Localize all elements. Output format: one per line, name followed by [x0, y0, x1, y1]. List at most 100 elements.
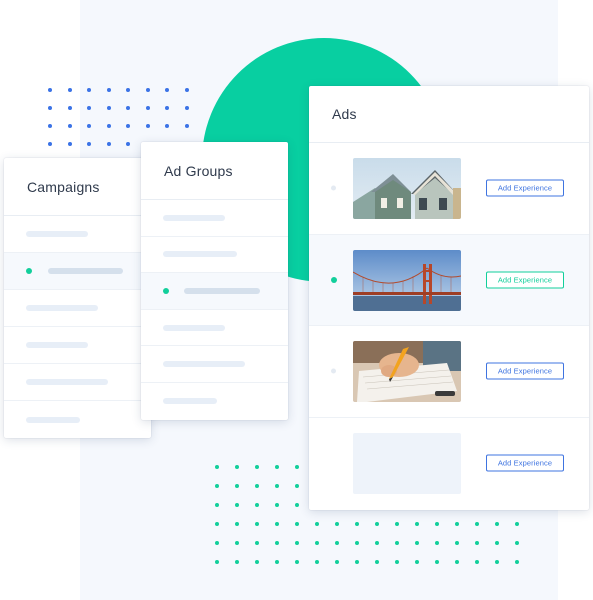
decorative-dot: [295, 484, 299, 488]
selected-indicator: [26, 268, 32, 274]
decorative-dot: [315, 522, 319, 526]
placeholder-bar: [26, 416, 80, 423]
add-experience-button[interactable]: Add Experience: [486, 362, 564, 380]
decorative-dot: [87, 106, 91, 110]
decorative-dot: [255, 484, 259, 488]
campaigns-list: [4, 216, 151, 438]
campaign-row-selected[interactable]: [4, 253, 151, 290]
ad-indicator: [331, 185, 336, 191]
decorative-dot: [165, 124, 169, 128]
decorative-dot: [295, 522, 299, 526]
decorative-dot: [106, 88, 111, 92]
decorative-dot: [455, 560, 459, 564]
golden-gate-bridge-image: [353, 249, 461, 311]
campaign-row[interactable]: [4, 327, 151, 364]
decorative-dot: [515, 541, 519, 545]
placeholder-bar: [163, 324, 225, 331]
decorative-dot: [184, 88, 189, 92]
decorative-dot: [145, 88, 150, 92]
ad-group-row-selected[interactable]: [141, 273, 288, 310]
ad-group-row[interactable]: [141, 310, 288, 347]
decorative-dot: [375, 560, 379, 564]
placeholder-bar: [48, 268, 123, 274]
add-experience-button[interactable]: Add Experience: [486, 454, 564, 472]
decorative-dot: [355, 560, 359, 564]
ad-group-row[interactable]: [141, 383, 288, 420]
decorative-dot: [67, 142, 72, 146]
decorative-dot: [106, 142, 111, 146]
decorative-dot: [235, 465, 239, 469]
decorative-dot: [126, 88, 130, 92]
ad-row[interactable]: Add Experience: [309, 143, 589, 235]
hand-writing-image: [353, 341, 461, 402]
decorative-dot: [315, 560, 319, 564]
decorative-dot: [184, 124, 189, 128]
decorative-dot: [145, 124, 150, 128]
decorative-dot: [67, 124, 72, 128]
decorative-dot: [335, 522, 339, 526]
decorative-dots-blue: [48, 88, 189, 146]
decorative-dot: [455, 541, 459, 545]
decorative-dot: [87, 88, 91, 92]
empty-image-placeholder: [353, 432, 461, 494]
decorative-dot: [295, 560, 299, 564]
decorative-dot: [275, 503, 279, 507]
decorative-dot: [335, 541, 339, 545]
decorative-dot: [67, 88, 72, 92]
decorative-dot: [515, 522, 519, 526]
decorative-dot: [515, 560, 519, 564]
decorative-dot: [295, 503, 299, 507]
ad-groups-panel: Ad Groups: [141, 142, 288, 420]
ad-group-row[interactable]: [141, 200, 288, 237]
placeholder-bar: [163, 361, 245, 368]
decorative-dot: [235, 541, 239, 545]
victorian-houses-image: [353, 158, 461, 219]
decorative-dot: [475, 522, 479, 526]
decorative-dot: [215, 484, 219, 488]
ad-row[interactable]: Add Experience: [309, 418, 589, 510]
decorative-dot: [235, 560, 239, 564]
ad-groups-list: [141, 200, 288, 420]
decorative-dot: [415, 560, 419, 564]
campaign-row[interactable]: [4, 364, 151, 401]
decorative-dot: [145, 106, 150, 110]
campaign-row[interactable]: [4, 216, 151, 253]
decorative-dot: [184, 106, 189, 110]
decorative-dot: [495, 560, 499, 564]
decorative-dot: [335, 560, 339, 564]
decorative-dot: [165, 88, 169, 92]
placeholder-bar: [184, 287, 260, 294]
campaign-row[interactable]: [4, 290, 151, 327]
ad-group-row[interactable]: [141, 237, 288, 274]
decorative-dot: [126, 142, 130, 146]
decorative-dot: [455, 522, 459, 526]
decorative-dot: [435, 541, 439, 545]
decorative-dot: [67, 106, 72, 110]
ad-group-row[interactable]: [141, 346, 288, 383]
decorative-dot: [315, 541, 319, 545]
decorative-dot: [255, 465, 259, 469]
decorative-dot: [375, 541, 379, 545]
decorative-dot: [215, 522, 219, 526]
decorative-dot: [215, 560, 219, 564]
add-experience-button[interactable]: Add Experience: [486, 271, 564, 289]
decorative-dot: [165, 106, 169, 110]
decorative-dot: [475, 541, 479, 545]
placeholder-bar: [26, 342, 88, 348]
decorative-dot: [275, 541, 279, 545]
decorative-dot: [395, 560, 399, 564]
decorative-dot: [395, 522, 399, 526]
placeholder-bar: [26, 379, 108, 385]
decorative-dot: [255, 560, 259, 564]
ad-groups-title: Ad Groups: [141, 142, 288, 200]
decorative-dot: [126, 106, 130, 110]
decorative-dot: [495, 541, 499, 545]
ad-row-selected[interactable]: Add Experience: [309, 234, 589, 326]
placeholder-bar: [163, 251, 237, 258]
selected-indicator: [163, 287, 169, 294]
add-experience-button[interactable]: Add Experience: [486, 179, 564, 197]
decorative-dot: [355, 541, 359, 545]
campaign-row[interactable]: [4, 401, 151, 438]
decorative-dot: [48, 88, 52, 92]
ad-row[interactable]: Add Experience: [309, 326, 589, 418]
